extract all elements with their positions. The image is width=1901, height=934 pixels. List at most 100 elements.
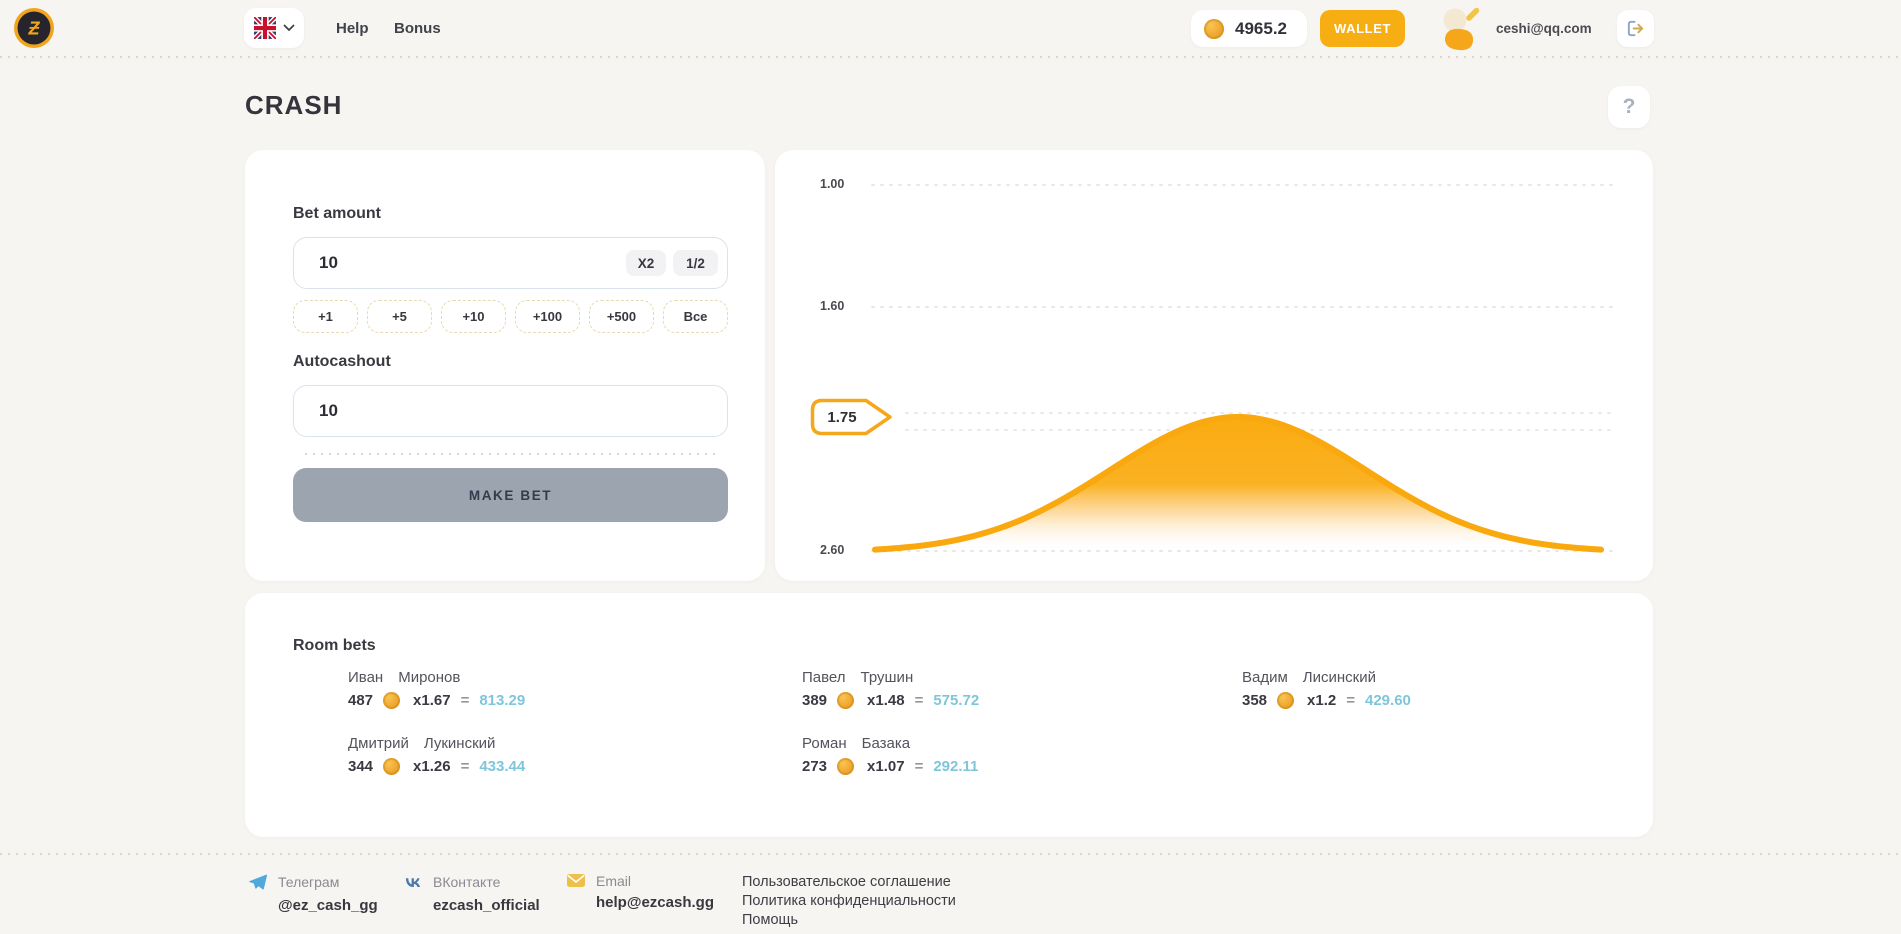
- user-email[interactable]: ceshi@qq.com: [1496, 0, 1592, 57]
- bettor-first-name: Павел: [802, 669, 846, 686]
- y-tick-2: 1.60: [820, 299, 845, 313]
- equals-sign: =: [914, 758, 924, 775]
- bet-amount: 273: [802, 758, 828, 775]
- balance-value: 4965.2: [1235, 18, 1287, 38]
- make-bet-button[interactable]: MAKE BET: [293, 468, 728, 522]
- bettor-first-name: Дмитрий: [348, 735, 409, 752]
- bet-panel: Bet amount X2 1/2 +1 +5 +10 +100 +500 Вс…: [245, 150, 765, 581]
- email-address[interactable]: help@ezcash.gg: [596, 894, 714, 911]
- autocashout-input[interactable]: [293, 385, 728, 437]
- coin-icon: [383, 758, 401, 775]
- bet-multiplier: x1.26: [413, 758, 451, 775]
- crash-chart: [871, 184, 1613, 553]
- chevron-down-icon: [283, 24, 294, 32]
- email-label: Email: [596, 872, 632, 889]
- bettor-last-name: Базака: [861, 735, 911, 752]
- bettor-name: Вадим Лисинский: [1242, 669, 1642, 686]
- quick-bet-all[interactable]: Все: [663, 300, 728, 333]
- top-bar: Ƶ Help Bonus 4965.2 WALLET ceshi@qq.com: [0, 0, 1901, 57]
- bet-result: 433.44: [479, 758, 526, 775]
- current-multiplier-value: 1.75: [827, 408, 857, 426]
- y-tick-3: 2.60: [820, 543, 845, 557]
- vk-handle[interactable]: ezcash_official: [433, 897, 540, 914]
- vk-label: ВКонтакте: [433, 874, 501, 890]
- bet-panel-divider: [305, 453, 715, 455]
- nav-help-link[interactable]: Help: [336, 0, 369, 57]
- user-avatar[interactable]: [1438, 4, 1486, 52]
- footer-email: Email help@ezcash.gg: [566, 872, 714, 911]
- footer-vk: ВКонтакте ezcash_official: [403, 872, 540, 914]
- quick-bet-plus5[interactable]: +5: [367, 300, 432, 333]
- room-bets-panel: Room bets Иван Миронов 487 x1.67 = 813.29…: [245, 593, 1653, 837]
- game-help-button[interactable]: ?: [1608, 86, 1650, 128]
- room-bets-title: Room bets: [293, 637, 376, 654]
- bet-amount: 389: [802, 692, 828, 709]
- quick-bet-plus1[interactable]: +1: [293, 300, 358, 333]
- coin-icon: [1204, 18, 1224, 39]
- footer-divider: [0, 853, 1901, 855]
- room-bets-grid: Иван Миронов 487 x1.67 = 813.29 Павел Труш…: [348, 669, 1642, 775]
- bet-result: 429.60: [1365, 692, 1411, 709]
- bettor-name: Дмитрий Лукинский: [348, 735, 802, 752]
- equals-sign: =: [914, 692, 924, 709]
- equals-sign: =: [460, 692, 470, 709]
- ezcash-logo-icon: Ƶ: [14, 8, 54, 48]
- page-title: CRASH: [245, 90, 343, 120]
- privacy-link[interactable]: Политика конфиденциальности: [742, 893, 956, 909]
- vk-icon: [405, 878, 421, 887]
- bettor-name: Иван Миронов: [348, 669, 802, 686]
- coin-icon: [1277, 692, 1295, 709]
- bet-multiplier: x1.07: [867, 758, 905, 775]
- bet-amount: 358: [1242, 692, 1268, 709]
- bet-value-line: 273 x1.07 = 292.11: [802, 758, 1242, 775]
- svg-text:Ƶ: Ƶ: [28, 19, 41, 39]
- autocashout-field-wrap: [293, 385, 728, 437]
- quick-bet-plus500[interactable]: +500: [589, 300, 654, 333]
- bet-row: Павел Трушин 389 x1.48 = 575.72: [802, 669, 1242, 709]
- crash-chart-panel: 1.00 1.60 2.60 1.75: [775, 150, 1653, 581]
- bet-row: Дмитрий Лукинский 344 x1.26 = 433.44: [348, 735, 802, 775]
- half-bet-button[interactable]: 1/2: [673, 250, 718, 276]
- bettor-name: Павел Трушин: [802, 669, 1242, 686]
- bet-value-line: 389 x1.48 = 575.72: [802, 692, 1242, 709]
- bet-row: Иван Миронов 487 x1.67 = 813.29: [348, 669, 802, 709]
- bet-value-line: 344 x1.26 = 433.44: [348, 758, 802, 775]
- footer-telegram: Телеграм @ez_cash_gg: [248, 872, 378, 914]
- wallet-button[interactable]: WALLET: [1320, 10, 1405, 47]
- bet-value-line: 358 x1.2 = 429.60: [1242, 692, 1642, 709]
- quick-bet-plus10[interactable]: +10: [441, 300, 506, 333]
- vk-link[interactable]: ВКонтакте: [403, 872, 540, 892]
- telegram-handle[interactable]: @ez_cash_gg: [278, 897, 378, 914]
- bettor-first-name: Роман: [802, 735, 847, 752]
- nav-bonus-link[interactable]: Bonus: [394, 0, 441, 57]
- autocashout-label: Autocashout: [293, 353, 391, 370]
- bettor-last-name: Миронов: [398, 669, 461, 686]
- language-selector[interactable]: [244, 8, 304, 48]
- telegram-icon: [249, 874, 268, 890]
- bet-amount-field-wrap: X2 1/2: [293, 237, 728, 289]
- terms-link[interactable]: Пользовательское соглашение: [742, 874, 956, 890]
- email-link[interactable]: Email: [566, 872, 714, 889]
- email-icon: [567, 874, 585, 887]
- telegram-label: Телеграм: [278, 874, 340, 890]
- bettor-first-name: Вадим: [1242, 669, 1288, 686]
- telegram-link[interactable]: Телеграм: [248, 872, 378, 892]
- bet-row: Вадим Лисинский 358 x1.2 = 429.60: [1242, 669, 1642, 709]
- bettor-name: Роман Базака: [802, 735, 1242, 752]
- quick-bet-plus100[interactable]: +100: [515, 300, 580, 333]
- help-link[interactable]: Помощь: [742, 912, 956, 928]
- uk-flag-icon: [253, 17, 276, 39]
- bettor-first-name: Иван: [348, 669, 384, 686]
- bet-amount: 344: [348, 758, 374, 775]
- bettor-last-name: Трушин: [860, 669, 914, 686]
- balance-display[interactable]: 4965.2: [1191, 10, 1307, 47]
- double-bet-button[interactable]: X2: [626, 250, 666, 276]
- brand-logo[interactable]: Ƶ: [13, 7, 55, 49]
- current-multiplier-badge: 1.75: [810, 398, 896, 436]
- logout-button[interactable]: [1617, 10, 1654, 47]
- header-divider: [0, 56, 1901, 58]
- bet-multiplier: x1.48: [867, 692, 905, 709]
- bet-row: Роман Базака 273 x1.07 = 292.11: [802, 735, 1242, 775]
- bet-value-line: 487 x1.67 = 813.29: [348, 692, 802, 709]
- coin-icon: [837, 692, 855, 709]
